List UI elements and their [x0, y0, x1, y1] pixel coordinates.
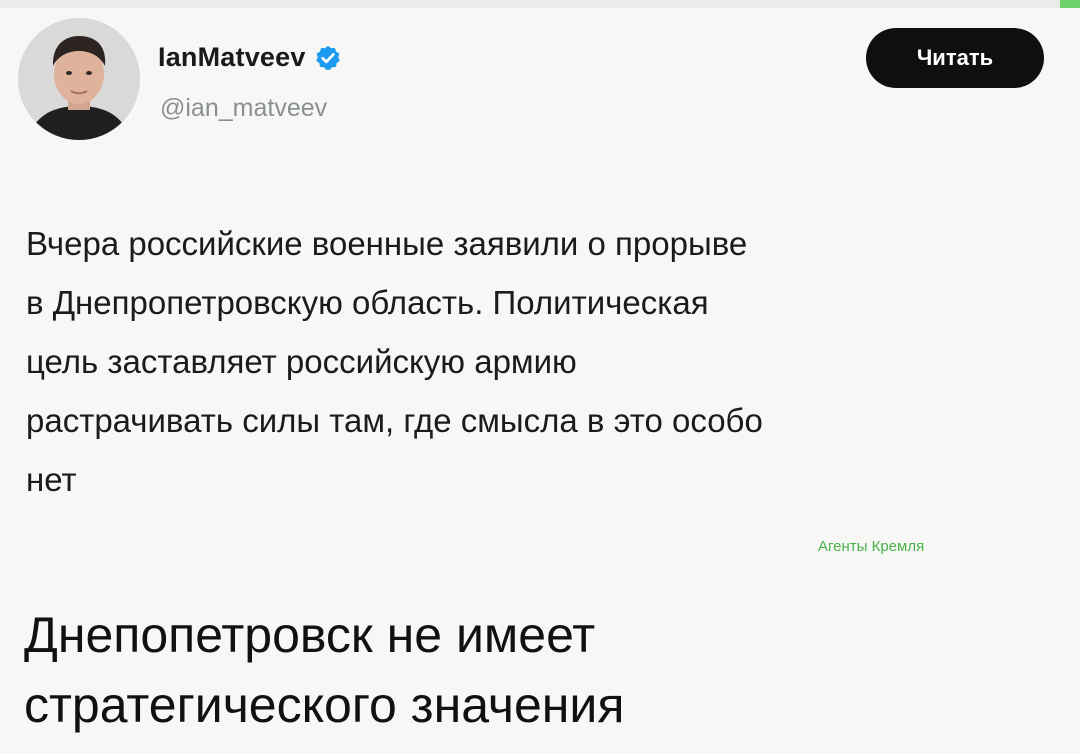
top-border-accent [1060, 0, 1080, 8]
follow-button[interactable]: Читать [866, 28, 1044, 88]
verified-badge-icon [314, 44, 342, 72]
avatar-image [18, 18, 140, 140]
avatar[interactable] [18, 18, 140, 140]
author-display-name[interactable]: IanMatveev [158, 42, 306, 73]
author-name-row: IanMatveev [158, 42, 342, 73]
channel-watermark: Агенты Кремля [818, 538, 925, 555]
author-handle[interactable]: @ian_matveev [160, 94, 327, 123]
caption-text: Днепопетровск не имеет стратегического з… [24, 607, 625, 733]
top-border [0, 0, 1080, 8]
post-text: Вчера российские военные заявили о проры… [26, 225, 763, 498]
